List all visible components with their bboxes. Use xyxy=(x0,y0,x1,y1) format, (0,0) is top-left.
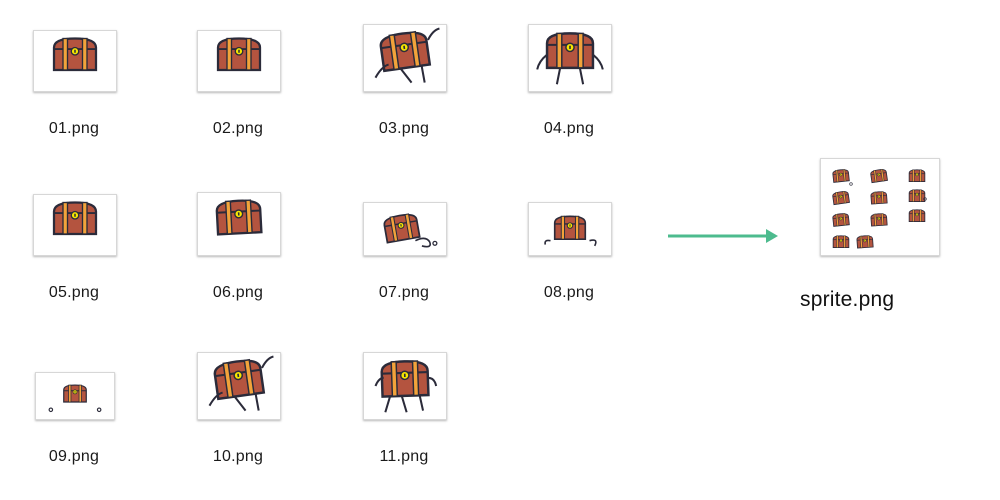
chest-icon xyxy=(832,213,850,227)
sprite-thumbnail[interactable] xyxy=(820,158,940,256)
file-thumbnail[interactable] xyxy=(35,372,115,420)
chest-icon xyxy=(832,235,850,248)
chest-icon xyxy=(215,199,263,236)
file-name: 09.png xyxy=(48,448,100,465)
chest-icon xyxy=(52,37,98,72)
file-thumbnail[interactable] xyxy=(363,24,447,92)
file-thumbnail[interactable] xyxy=(33,30,117,92)
file-thumbnail[interactable] xyxy=(363,202,447,256)
file-name: 03.png xyxy=(378,120,430,137)
chest-icon xyxy=(553,215,587,241)
file-name: 06.png xyxy=(212,284,264,301)
file-thumbnail[interactable] xyxy=(197,352,281,420)
chest-icon xyxy=(52,201,98,236)
file-name: 11.png xyxy=(379,448,429,465)
chest-icon xyxy=(216,37,262,72)
chest-icon xyxy=(870,213,888,227)
chest-icon xyxy=(383,213,421,244)
file-thumbnail[interactable] xyxy=(528,24,612,92)
file-thumbnail[interactable] xyxy=(528,202,612,256)
file-name: 08.png xyxy=(543,284,595,301)
chest-icon xyxy=(870,168,888,184)
chest-icon xyxy=(545,32,595,70)
file-name: 02.png xyxy=(212,120,264,137)
file-name: 01.png xyxy=(48,120,100,137)
chest-icon xyxy=(832,169,850,183)
chest-icon xyxy=(380,360,430,398)
file-thumbnail[interactable] xyxy=(33,194,117,256)
file-name: 07.png xyxy=(378,284,430,301)
chest-icon xyxy=(870,191,888,205)
file-thumbnail[interactable] xyxy=(197,192,281,256)
chest-icon xyxy=(908,189,926,202)
file-name: 05.png xyxy=(48,284,100,301)
chest-icon xyxy=(908,169,926,182)
chest-icon xyxy=(856,235,874,249)
file-name: 10.png xyxy=(212,448,264,465)
chest-icon xyxy=(908,209,926,222)
chest-icon xyxy=(63,384,87,403)
file-name: 04.png xyxy=(543,120,595,137)
file-thumbnail[interactable] xyxy=(363,352,447,420)
file-thumbnail[interactable] xyxy=(197,30,281,92)
sprite-file-name: sprite.png xyxy=(800,288,895,311)
chest-icon xyxy=(832,190,850,206)
right-arrow-icon xyxy=(668,229,778,243)
